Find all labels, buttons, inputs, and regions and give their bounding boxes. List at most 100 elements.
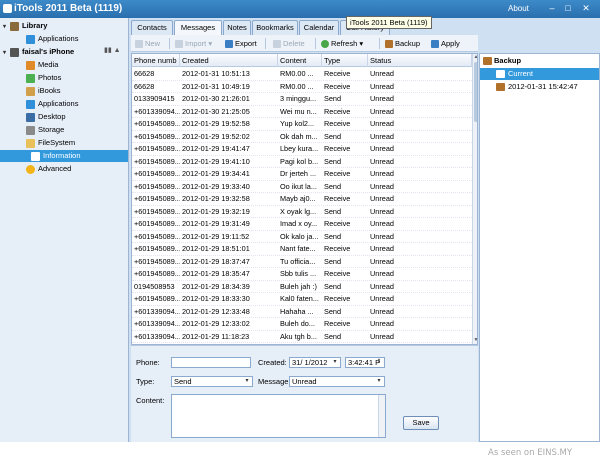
delete-button[interactable]: Delete (273, 38, 305, 50)
cell-phone: +601945089... (134, 169, 180, 178)
iphone-icon (10, 47, 19, 57)
sidebar-device[interactable]: ▾ faisal's iPhone (3, 46, 74, 58)
device-action-icons[interactable]: ▮▮ ▲ (104, 46, 121, 54)
table-row[interactable]: +601945089... 2012-01-29 18:51:01 Nant fat… (132, 243, 472, 256)
chevron-down-icon[interactable]: ▾ (243, 378, 251, 385)
about-link[interactable]: About (508, 4, 529, 13)
backup-item-current[interactable]: Current (480, 68, 599, 80)
table-scrollbar[interactable]: ▲ ▼ (472, 54, 477, 344)
cell-status: Unread (370, 331, 394, 341)
minimize-button[interactable]: – (546, 3, 558, 14)
tab-contacts[interactable]: Contacts (131, 20, 173, 35)
maximize-button[interactable]: □ (562, 3, 574, 14)
star-icon (26, 164, 35, 174)
sidebar-item-information[interactable]: Information (0, 150, 128, 162)
sidebar-item-library-applications[interactable]: Applications (26, 33, 78, 45)
collapse-icon[interactable]: ▾ (3, 21, 10, 33)
sidebar-item-advanced[interactable]: Advanced (26, 163, 71, 175)
sidebar-item-media[interactable]: Media (26, 59, 58, 71)
table-row[interactable]: +601339094... 2012-01-29 11:18:23 Aku tgh … (132, 331, 472, 343)
apply-button[interactable]: Apply (431, 38, 460, 50)
created-time-field[interactable]: 3:42:41 P ⇕ (345, 357, 385, 368)
type-select[interactable]: Send ▾ (171, 376, 253, 387)
chevron-down-icon[interactable]: ▾ (375, 378, 383, 385)
cell-content: Kal0 faten... (280, 294, 319, 303)
sidebar-item-label: faisal's iPhone (22, 47, 75, 56)
sidebar-item-photos[interactable]: Photos (26, 72, 61, 84)
content-scrollbar[interactable] (378, 395, 385, 437)
table-row[interactable]: +601339094... 2012-01-29 12:33:48 Hahaha .… (132, 306, 472, 318)
apply-label: Apply (441, 39, 460, 48)
phone-icon (496, 70, 505, 78)
column-header-status[interactable]: Status (368, 54, 472, 67)
sidebar-item-filesystem[interactable]: FileSystem (26, 137, 75, 149)
table-row[interactable]: +601945089... 2012-01-29 18:37:47 Tu offic… (132, 256, 472, 268)
dropdown-arrow-icon[interactable]: ▾ (359, 39, 363, 48)
export-button[interactable]: Export (225, 38, 257, 50)
chevron-down-icon[interactable]: ▾ (331, 359, 339, 366)
scroll-up-icon[interactable]: ▲ (473, 54, 477, 61)
table-row[interactable]: +601945089... 2012-01-29 19:32:19 X oyak l… (132, 206, 472, 218)
sidebar-library[interactable]: ▾ Library (3, 20, 47, 32)
table-row[interactable]: +601945089... 2012-01-29 19:31:49 Imad x o… (132, 218, 472, 231)
table-row[interactable]: +601339094... 2012-01-30 21:25:05 Wei mu n… (132, 106, 472, 118)
cell-phone: +601945089... (134, 131, 180, 141)
table-row[interactable]: +601945089... 2012-01-29 18:35:47 Sbb tuli… (132, 268, 472, 281)
column-header-type[interactable]: Type (322, 54, 368, 67)
phone-field[interactable] (171, 357, 251, 368)
refresh-button[interactable]: Refresh ▾ (321, 38, 363, 50)
table-row[interactable]: +601339094... 2012-01-29 12:33:02 Buleh do… (132, 318, 472, 331)
table-row[interactable]: +601945089... 2012-01-29 18:33:30 Kal0 fat… (132, 293, 472, 306)
table-row[interactable]: +601945089... 2012-01-29 19:52:58 Yup kol2… (132, 118, 472, 131)
table-row[interactable]: +601945089... 2012-01-29 19:11:52 Ok kalo … (132, 231, 472, 243)
cell-phone: +601945089... (134, 269, 180, 278)
tab-bookmarks[interactable]: Bookmarks (252, 20, 298, 35)
import-icon (175, 40, 183, 49)
dropdown-arrow-icon[interactable]: ▾ (208, 39, 212, 48)
toolbar-separator (169, 38, 170, 49)
table-row[interactable]: +601945089... 2012-01-29 19:32:58 Mayb aj0… (132, 193, 472, 206)
sidebar-item-desktop[interactable]: Desktop (26, 111, 66, 123)
backup-button[interactable]: Backup (385, 38, 420, 50)
table-row[interactable]: +601945089... 2012-01-29 19:41:47 Lbey kur… (132, 143, 472, 156)
sidebar-item-ibooks[interactable]: iBooks (26, 85, 61, 97)
sidebar-item-applications[interactable]: Applications (26, 98, 78, 110)
tab-calendar[interactable]: Calendar (299, 20, 339, 35)
cell-phone: +601945089... (134, 181, 180, 191)
backup-item-snapshot[interactable]: 2012-01-31 15:42:47 (480, 81, 599, 93)
tab-messages[interactable]: Messages (174, 20, 222, 36)
backup-icon (385, 40, 393, 49)
table-row[interactable]: +601945089... 2012-01-29 19:52:02 Ok dah m… (132, 131, 472, 143)
message-status-select[interactable]: Unread ▾ (289, 376, 385, 387)
new-button[interactable]: New (135, 38, 160, 50)
column-header-content[interactable]: Content (278, 54, 322, 67)
cell-content: Yup kol2... (280, 119, 315, 128)
cell-status: Unread (370, 269, 394, 278)
cell-content: Ok kalo ja... (280, 231, 319, 241)
content-textarea[interactable] (171, 394, 386, 438)
table-row[interactable]: 66628 2012-01-31 10:51:13 RM0.00 ... Receiv… (132, 68, 472, 81)
import-button[interactable]: Import ▾ (175, 38, 212, 50)
table-row[interactable]: 0194508953 2012-01-29 18:34:39 Buleh jah :… (132, 281, 472, 293)
save-button[interactable]: Save (403, 416, 439, 430)
table-row[interactable]: 0133909415 2012-01-30 21:26:01 3 minggu...… (132, 93, 472, 106)
cell-type: Send (324, 131, 342, 141)
tab-notes[interactable]: Notes (223, 20, 251, 35)
close-button[interactable]: ✕ (580, 3, 592, 14)
cell-type: Send (324, 256, 342, 266)
column-header-phone[interactable]: Phone numb (132, 54, 180, 67)
table-row[interactable]: 66628 2012-01-31 10:49:19 RM0.00 ... Receiv… (132, 81, 472, 93)
table-row[interactable]: +601945089... 2012-01-29 19:33:40 Oo ikut … (132, 181, 472, 193)
cell-type: Receive (324, 319, 351, 328)
table-row[interactable]: +601945089... 2012-01-29 19:41:10 Pagi kol… (132, 156, 472, 168)
cell-created: 2012-01-29 12:33:48 (182, 306, 250, 316)
collapse-icon[interactable]: ▾ (3, 47, 10, 59)
sidebar-item-storage[interactable]: Storage (26, 124, 64, 136)
scroll-thumb[interactable] (474, 62, 477, 122)
column-header-created[interactable]: Created (180, 54, 278, 67)
scroll-down-icon[interactable]: ▼ (473, 337, 477, 344)
table-row[interactable]: +601945089... 2012-01-29 19:34:41 Dr jerte… (132, 168, 472, 181)
created-date-picker[interactable]: 31/ 1/2012 ▾ (289, 357, 341, 368)
cell-created: 2012-01-29 19:33:40 (182, 181, 250, 191)
spinner-icon[interactable]: ⇕ (375, 359, 383, 366)
